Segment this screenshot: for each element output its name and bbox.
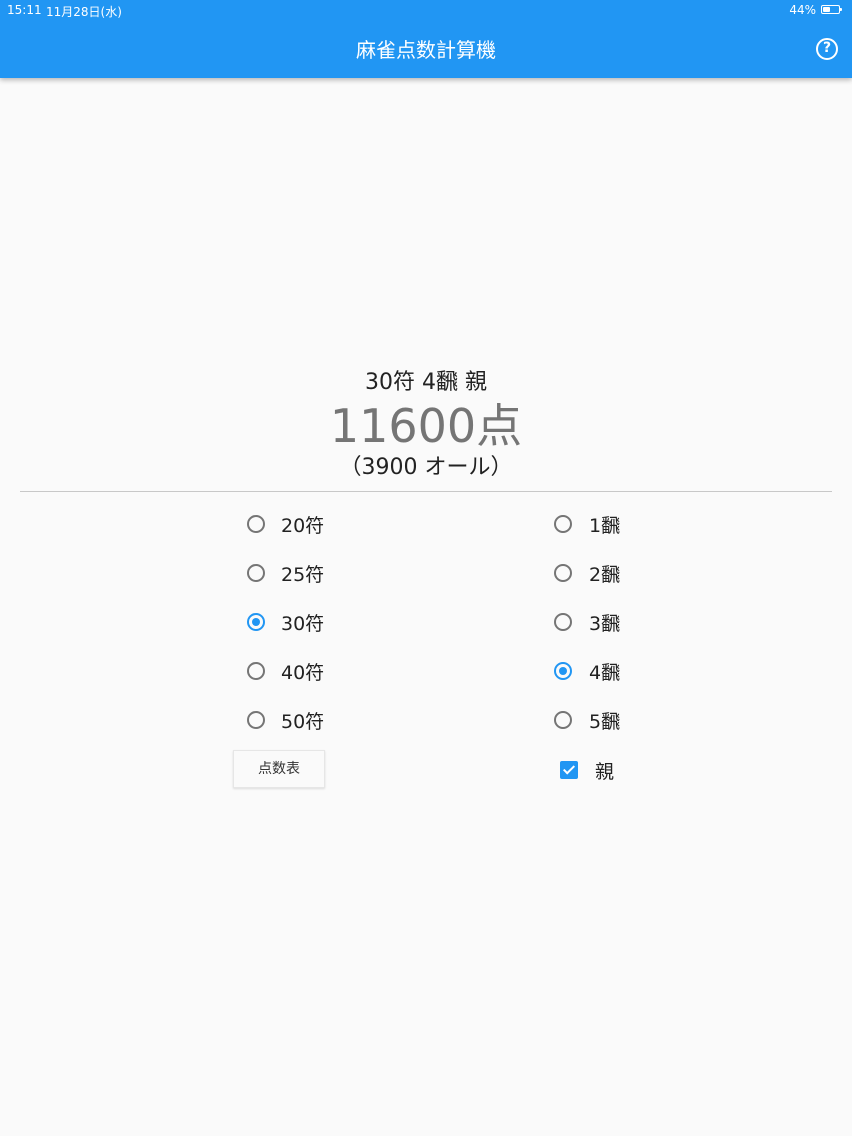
- han-option-label: 1飜: [589, 514, 621, 537]
- dealer-checkbox-row[interactable]: 親: [560, 753, 614, 787]
- han-option-2[interactable]: 2飜: [554, 556, 620, 590]
- han-option-5[interactable]: 5飜: [554, 703, 620, 737]
- fu-option-label: 25符: [281, 563, 325, 586]
- fu-option-20[interactable]: 20符: [247, 507, 324, 541]
- fu-option-30[interactable]: 30符: [247, 605, 324, 639]
- checkbox-checked-icon[interactable]: [560, 761, 578, 779]
- han-option-4[interactable]: 4飜: [554, 654, 620, 688]
- han-option-label: 2飜: [589, 563, 621, 586]
- result-summary: 30符 4飜 親: [365, 370, 487, 395]
- fu-option-label: 30符: [281, 612, 325, 635]
- radio-button-selected-icon[interactable]: [247, 613, 265, 631]
- radio-button-icon[interactable]: [554, 564, 572, 582]
- score-table-button[interactable]: 点数表: [233, 750, 325, 788]
- fu-option-50[interactable]: 50符: [247, 703, 324, 737]
- battery-percent: 44%: [789, 3, 816, 17]
- divider: [20, 491, 832, 492]
- result-breakdown: （3900 オール）: [339, 455, 513, 480]
- radio-button-icon[interactable]: [247, 662, 265, 680]
- fu-option-40[interactable]: 40符: [247, 654, 324, 688]
- han-option-label: 5飜: [589, 710, 621, 733]
- dealer-label: 親: [595, 760, 615, 783]
- han-option-label: 3飜: [589, 612, 621, 635]
- app-bar: 15:11 11月28日(水) 44% 麻雀点数計算機 ?: [0, 0, 852, 78]
- radio-button-selected-icon[interactable]: [554, 662, 572, 680]
- radio-button-icon[interactable]: [554, 613, 572, 631]
- han-option-1[interactable]: 1飜: [554, 507, 620, 541]
- fu-option-label: 40符: [281, 661, 325, 684]
- fu-option-label: 20符: [281, 514, 325, 537]
- app-title: 麻雀点数計算機: [356, 38, 496, 62]
- radio-button-icon[interactable]: [247, 711, 265, 729]
- fu-option-25[interactable]: 25符: [247, 556, 324, 590]
- status-time: 15:11: [7, 3, 42, 17]
- radio-button-icon[interactable]: [247, 515, 265, 533]
- radio-button-icon[interactable]: [247, 564, 265, 582]
- status-date: 11月28日(水): [46, 5, 122, 19]
- fu-option-label: 50符: [281, 710, 325, 733]
- battery-icon: [821, 5, 842, 14]
- status-bar: 15:11 11月28日(水) 44%: [0, 0, 852, 20]
- radio-button-icon[interactable]: [554, 711, 572, 729]
- radio-button-icon[interactable]: [554, 515, 572, 533]
- result-points: 11600点: [329, 399, 523, 453]
- help-icon[interactable]: ?: [816, 38, 838, 60]
- han-option-3[interactable]: 3飜: [554, 605, 620, 639]
- han-option-label: 4飜: [589, 661, 621, 684]
